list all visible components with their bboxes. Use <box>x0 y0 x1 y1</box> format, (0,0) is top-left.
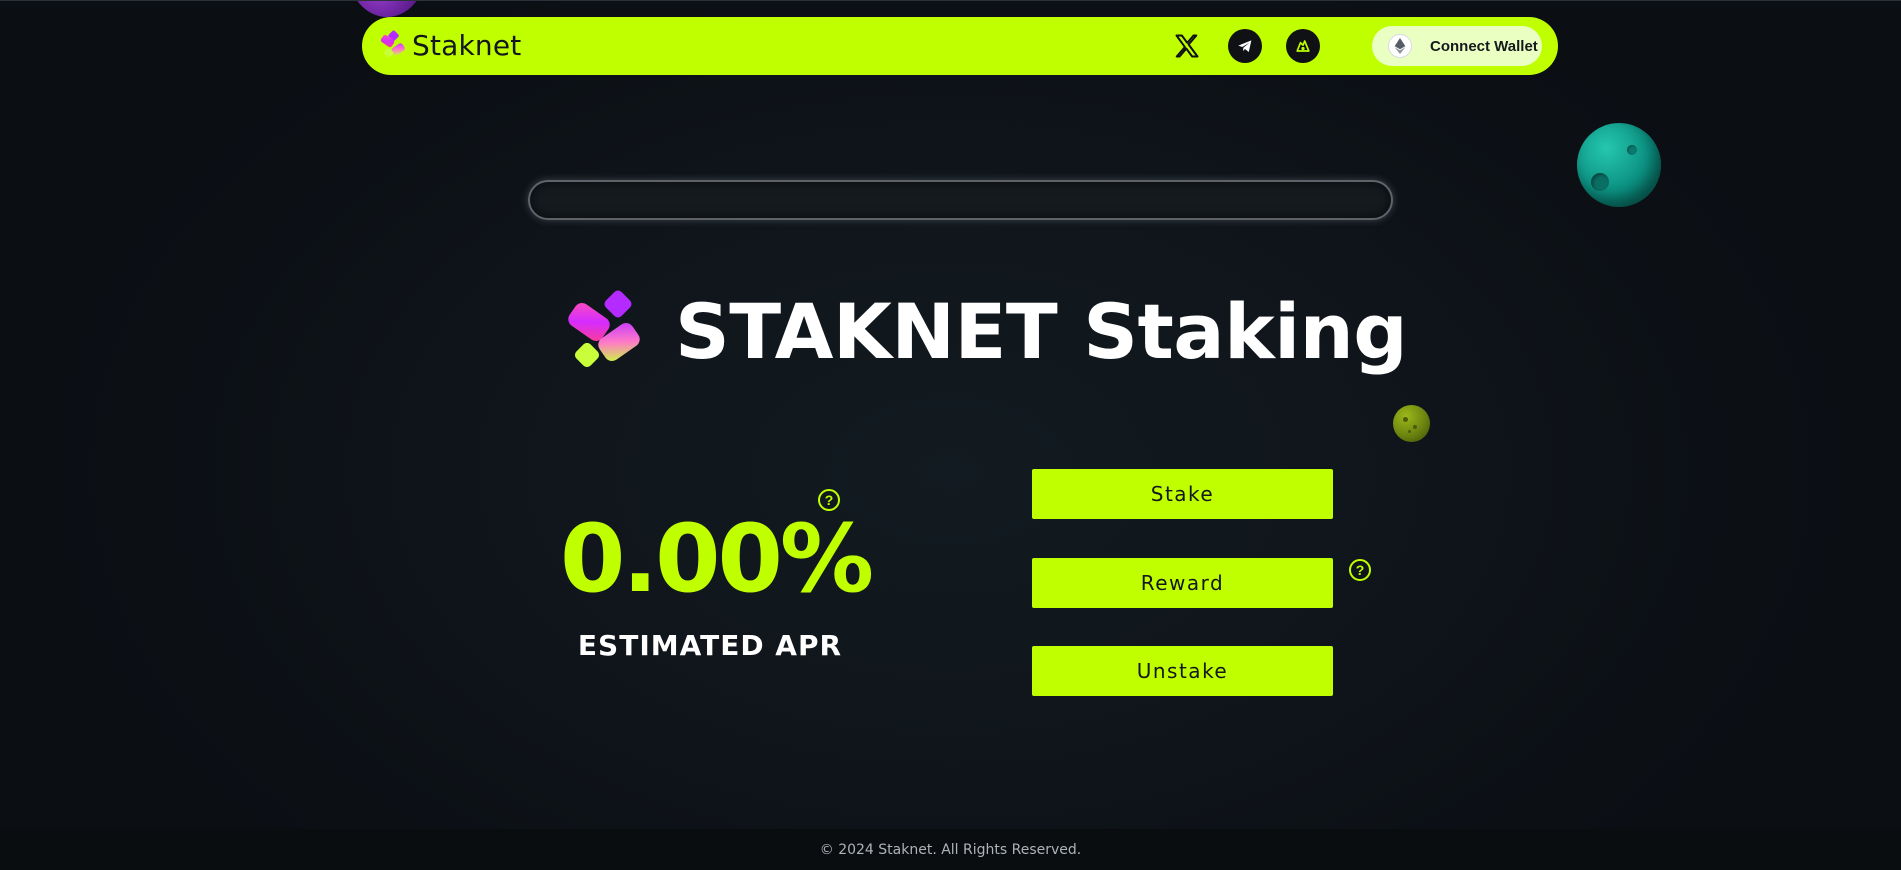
page: Staknet Connect Wallet STAKNET Staking ?… <box>0 0 1901 870</box>
page-title: STAKNET Staking <box>675 286 1408 376</box>
apr-value: 0.00% <box>560 505 874 614</box>
connect-wallet-button[interactable]: Connect Wallet <box>1372 26 1542 66</box>
reward-button[interactable]: Reward <box>1032 558 1333 608</box>
paper-plane-icon <box>1238 40 1252 52</box>
dex-logo-icon <box>1296 40 1310 52</box>
olive-orb-decoration <box>1393 405 1430 442</box>
ethereum-icon <box>1388 34 1412 58</box>
staknet-logo-icon <box>568 290 640 368</box>
telegram-icon[interactable] <box>1228 29 1262 63</box>
teal-orb-decoration <box>1577 123 1661 207</box>
brand[interactable]: Staknet <box>378 29 521 62</box>
reward-help-icon[interactable]: ? <box>1349 559 1371 581</box>
copyright-text: © 2024 Staknet. All Rights Reserved. <box>819 842 1082 858</box>
staknet-logo-icon <box>380 30 405 57</box>
navbar: Staknet Connect Wallet <box>362 17 1558 75</box>
hero-heading: STAKNET Staking <box>563 281 1408 381</box>
apr-label: ESTIMATED APR <box>577 629 843 662</box>
connect-wallet-label: Connect Wallet <box>1430 37 1538 55</box>
staking-progress-bar <box>528 180 1393 220</box>
x-twitter-icon[interactable] <box>1170 29 1204 63</box>
brand-name: Staknet <box>412 29 522 62</box>
purple-orb-decoration <box>348 1 426 17</box>
x-logo-icon <box>1175 34 1199 58</box>
footer: © 2024 Staknet. All Rights Reserved. <box>0 829 1901 870</box>
dextools-icon[interactable] <box>1286 29 1320 63</box>
unstake-button[interactable]: Unstake <box>1032 646 1333 696</box>
stake-button[interactable]: Stake <box>1032 469 1333 519</box>
